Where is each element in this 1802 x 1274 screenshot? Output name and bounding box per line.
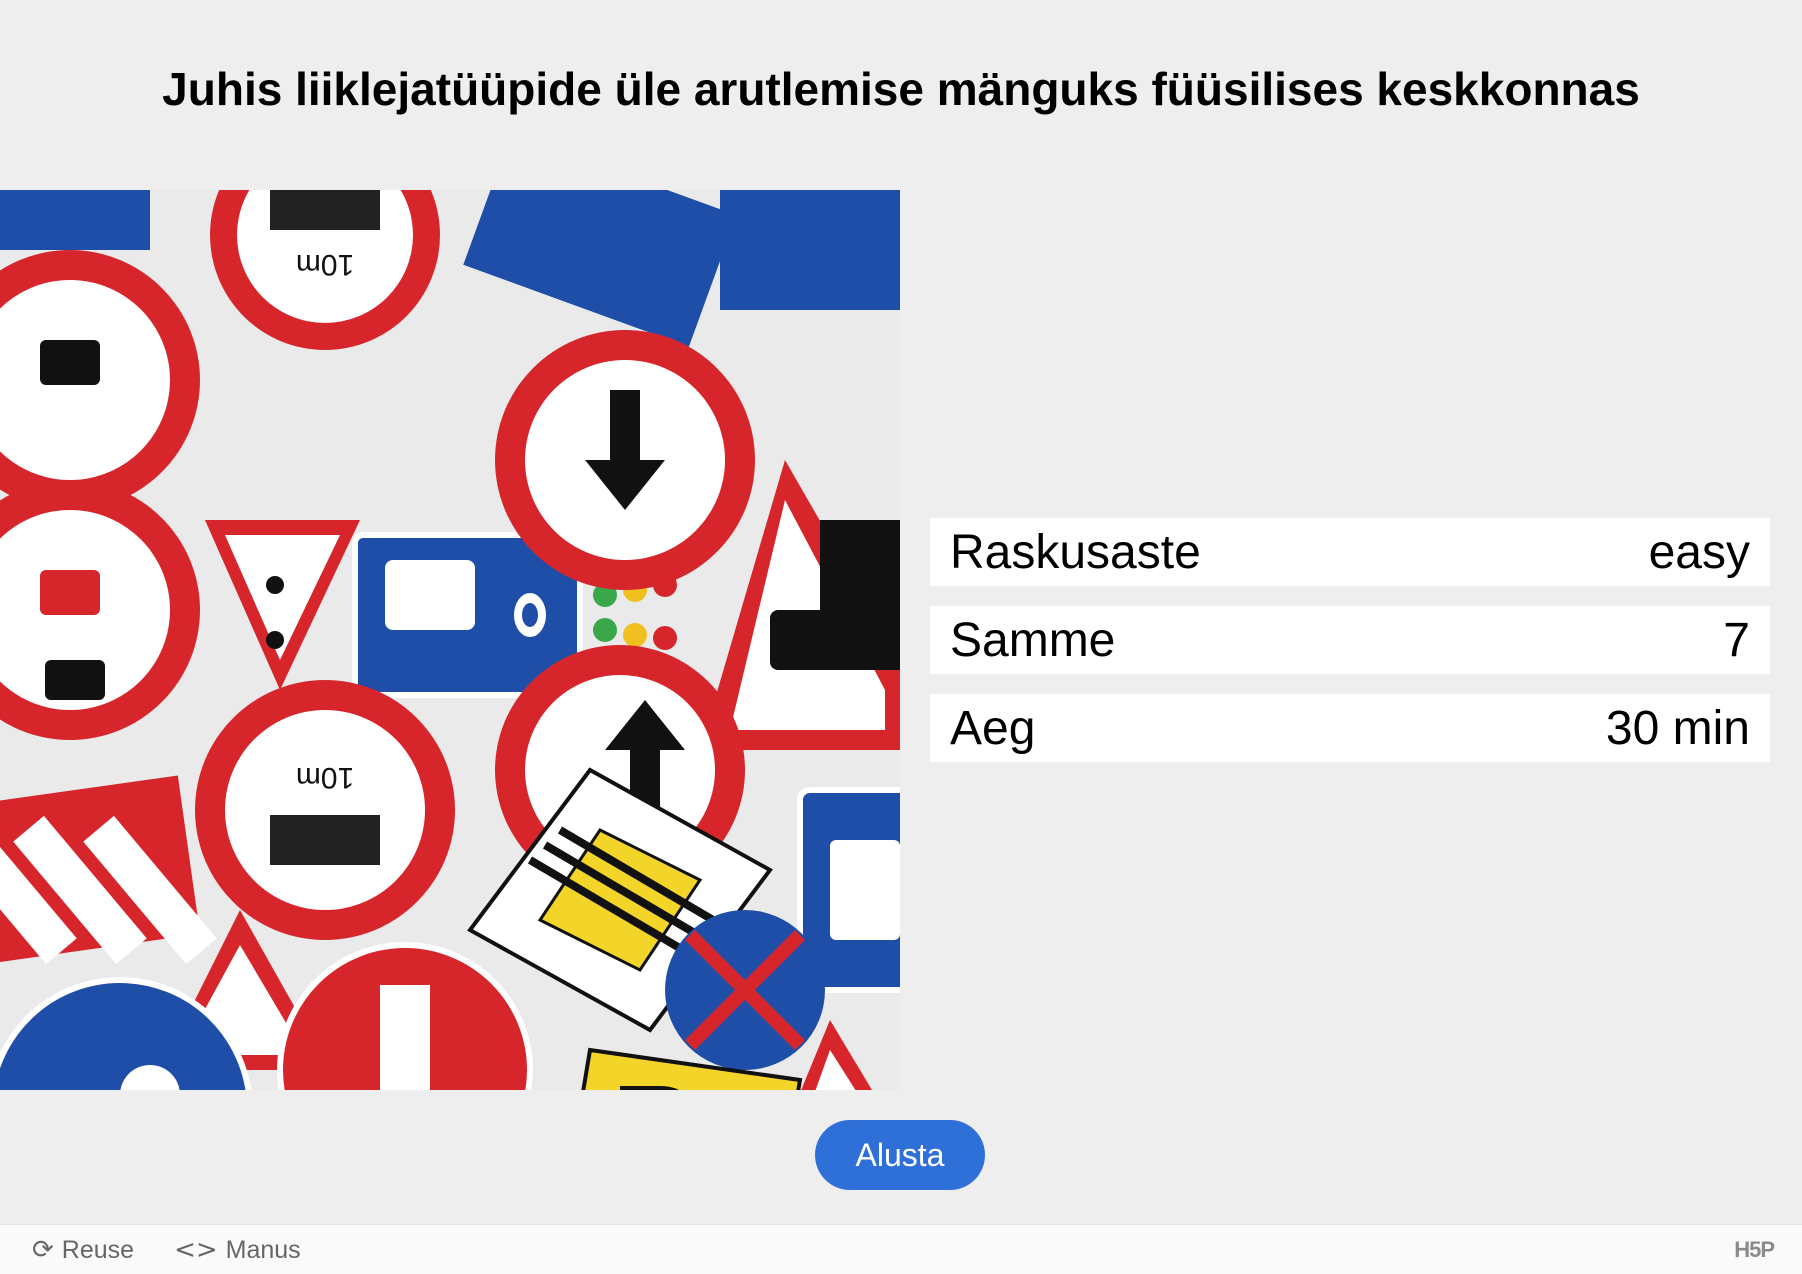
embed-label: Manus <box>225 1235 301 1264</box>
h5p-logo[interactable]: H5P <box>1734 1237 1775 1263</box>
traffic-signs-image: 10m 10m <box>0 190 900 1090</box>
info-row-time: Aeg 30 min <box>930 694 1770 762</box>
info-row-steps: Samme 7 <box>930 606 1770 674</box>
embed-button[interactable]: <> Manus <box>174 1235 301 1265</box>
info-value: 7 <box>1723 613 1750 667</box>
page: Juhis liiklejatüüpide üle arutlemise män… <box>0 0 1802 1274</box>
refresh-icon: ⟳ <box>32 1235 54 1265</box>
page-title: Juhis liiklejatüüpide üle arutlemise män… <box>162 63 1640 115</box>
info-label: Aeg <box>950 701 1036 755</box>
info-label: Samme <box>950 613 1116 667</box>
info-value: easy <box>1648 525 1750 579</box>
reuse-label: Reuse <box>61 1235 135 1264</box>
svg-text:10m: 10m <box>296 761 354 794</box>
reuse-button[interactable]: ⟳ Reuse <box>32 1235 134 1265</box>
code-icon: <> <box>174 1235 218 1265</box>
footer-bar: ⟳ Reuse <> Manus H5P <box>0 1224 1802 1274</box>
info-label: Raskusaste <box>950 525 1201 579</box>
info-value: 30 min <box>1605 701 1750 755</box>
info-row-difficulty: Raskusaste easy <box>930 518 1770 586</box>
info-panel: Raskusaste easy Samme 7 Aeg 30 min <box>930 518 1770 782</box>
traffic-signs-collage-icon: 10m 10m <box>0 190 900 1090</box>
start-button[interactable]: Alusta <box>815 1120 985 1190</box>
svg-text:10m: 10m <box>296 248 354 281</box>
